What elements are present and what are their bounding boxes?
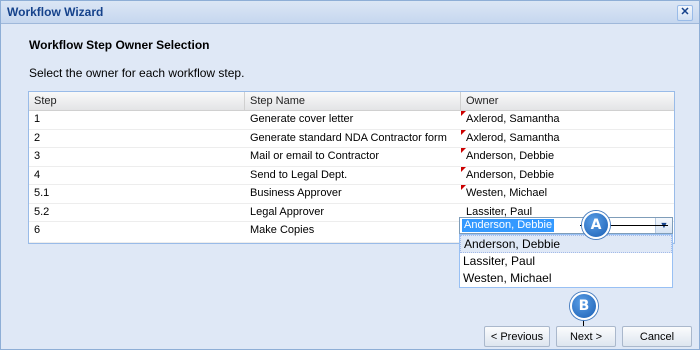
instruction-text: Select the owner for each workflow step.: [29, 66, 245, 80]
step-name-cell: Make Copies: [250, 224, 315, 236]
step-name-cell: Generate cover letter: [250, 113, 354, 125]
table-row[interactable]: 5.1 Business Approver Westen, Michael: [29, 185, 674, 204]
column-header-step-name[interactable]: Step Name: [245, 92, 461, 110]
owner-cell[interactable]: Axlerod, Samantha: [461, 111, 672, 129]
owner-cell[interactable]: Westen, Michael: [461, 185, 672, 203]
owner-cell[interactable]: Anderson, Debbie: [461, 148, 672, 166]
page-title: Workflow Step Owner Selection: [29, 38, 210, 52]
column-header-owner[interactable]: Owner: [461, 92, 672, 110]
previous-button[interactable]: < Previous: [484, 326, 550, 347]
owner-cell[interactable]: Axlerod, Samantha: [461, 129, 672, 148]
step-name-cell: Generate standard NDA Contractor form: [250, 131, 447, 144]
callout-b-badge: B: [570, 292, 598, 320]
step-cell: 6: [34, 224, 41, 236]
dirty-marker-icon: [461, 148, 466, 153]
owner-cell[interactable]: Anderson, Debbie: [461, 166, 672, 185]
step-cell: 2: [34, 131, 41, 144]
table-row[interactable]: 1 Generate cover letter Axlerod, Samanth…: [29, 111, 674, 130]
dirty-marker-icon: [461, 129, 466, 135]
dropdown-option[interactable]: Lassiter, Paul: [460, 253, 672, 270]
dropdown-option[interactable]: Westen, Michael: [460, 270, 672, 287]
owner-value: Anderson, Debbie: [466, 150, 555, 162]
step-name-cell: Legal Approver: [250, 205, 324, 218]
grid-header: Step Step Name Owner: [29, 92, 674, 111]
column-header-step[interactable]: Step: [29, 92, 245, 110]
dirty-marker-icon: [461, 166, 466, 172]
step-cell: 5.2: [34, 205, 50, 218]
window-title: Workflow Wizard: [7, 5, 104, 19]
title-bar: Workflow Wizard ✕: [1, 1, 699, 24]
step-cell: 1: [34, 113, 41, 125]
step-name-cell: Send to Legal Dept.: [250, 168, 348, 181]
close-icon[interactable]: ✕: [677, 5, 693, 21]
owner-value: Axlerod, Samantha: [466, 131, 560, 144]
dropdown-option[interactable]: Anderson, Debbie: [460, 235, 672, 253]
step-cell: 3: [34, 150, 41, 162]
step-cell: 5.1: [34, 187, 50, 199]
table-row[interactable]: 4 Send to Legal Dept. Anderson, Debbie: [29, 166, 674, 185]
dirty-marker-icon: [461, 111, 466, 116]
owner-value: Anderson, Debbie: [466, 168, 555, 181]
owner-dropdown-list: Anderson, Debbie Lassiter, Paul Westen, …: [459, 234, 673, 288]
next-button[interactable]: Next >: [556, 326, 616, 347]
dirty-marker-icon: [461, 185, 466, 190]
owner-value: Westen, Michael: [466, 187, 548, 199]
step-name-cell: Business Approver: [250, 187, 342, 199]
step-name-cell: Mail or email to Contractor: [250, 150, 379, 162]
step-cell: 4: [34, 168, 41, 181]
table-row[interactable]: 2 Generate standard NDA Contractor form …: [29, 129, 674, 148]
table-row[interactable]: 3 Mail or email to Contractor Anderson, …: [29, 148, 674, 167]
owner-combobox-value[interactable]: Anderson, Debbie: [462, 219, 555, 232]
cancel-button[interactable]: Cancel: [622, 326, 692, 347]
callout-a-badge: A: [582, 211, 610, 239]
owner-value: Axlerod, Samantha: [466, 113, 560, 125]
